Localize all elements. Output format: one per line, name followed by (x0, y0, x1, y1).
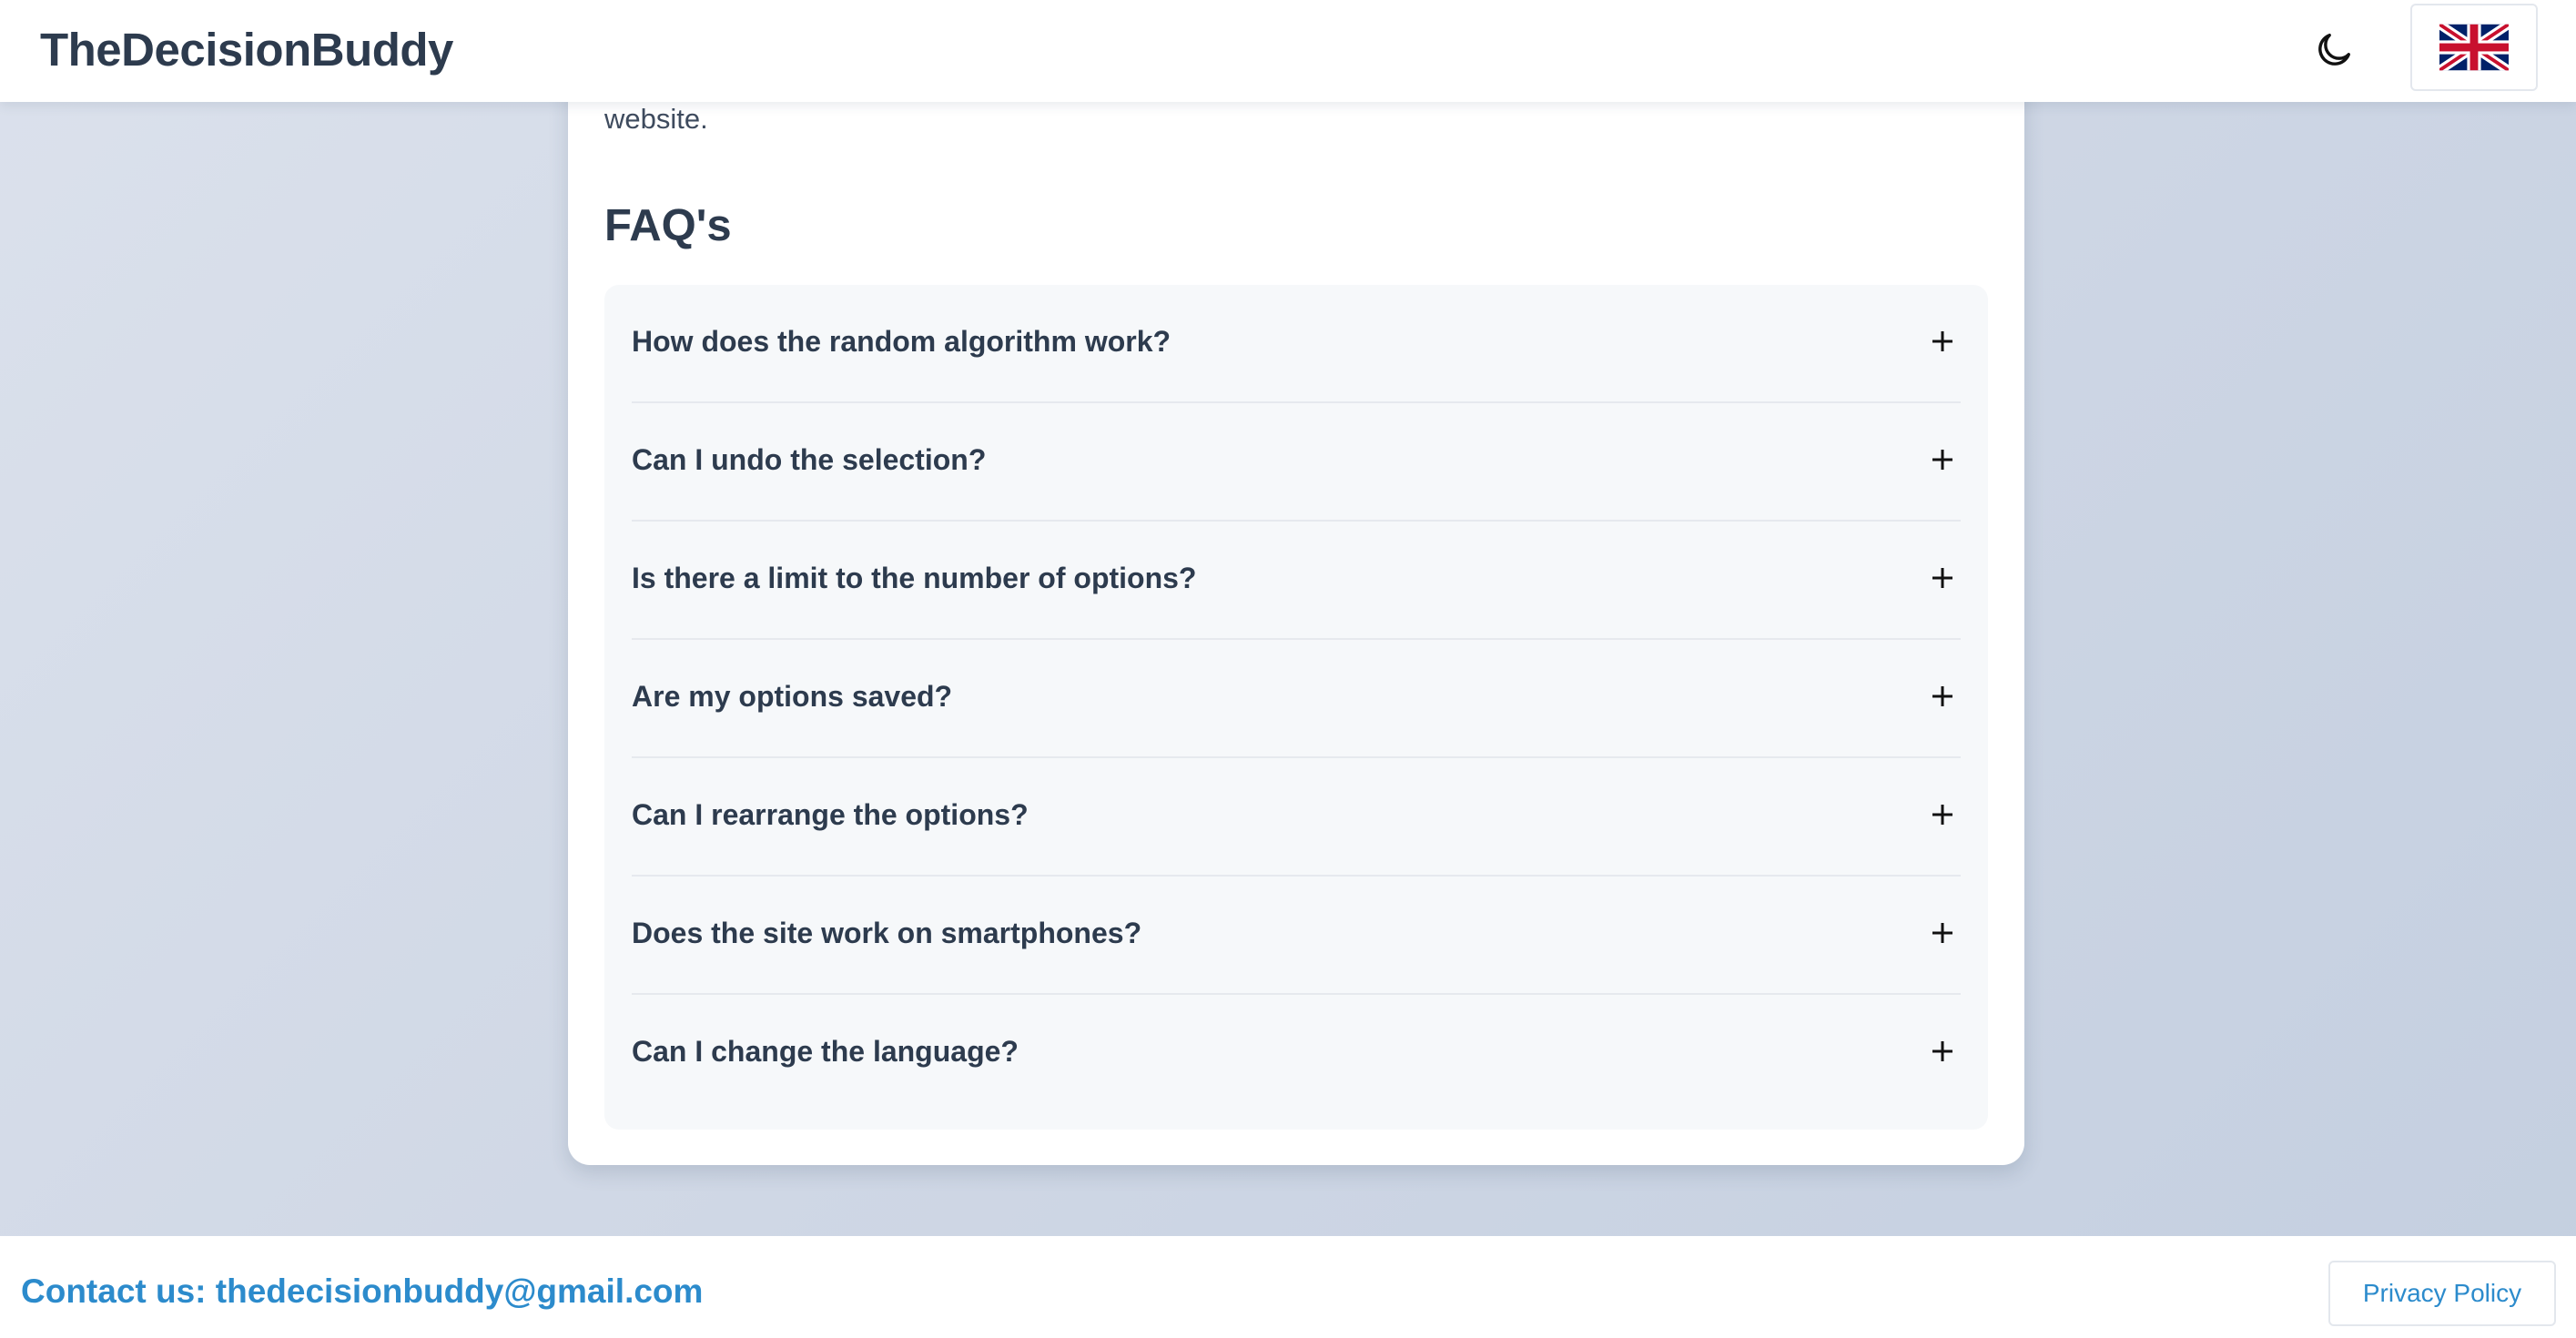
plus-icon[interactable] (1924, 323, 1961, 360)
faq-item[interactable]: Can I rearrange the options? (632, 758, 1961, 877)
faq-question: How does the random algorithm work? (632, 325, 1171, 358)
plus-icon[interactable] (1924, 441, 1961, 478)
top-header: TheDecisionBuddy (0, 0, 2576, 102)
plus-icon[interactable] (1924, 560, 1961, 596)
privacy-policy-button[interactable]: Privacy Policy (2328, 1261, 2556, 1326)
faq-question: Is there a limit to the number of option… (632, 562, 1197, 594)
language-button[interactable] (2410, 4, 2538, 91)
faq-question: Can I rearrange the options? (632, 798, 1029, 831)
plus-icon[interactable] (1924, 796, 1961, 833)
brand-logo[interactable]: TheDecisionBuddy (40, 23, 453, 76)
contact-email-link[interactable]: Contact us: thedecisionbuddy@gmail.com (21, 1272, 703, 1311)
plus-icon[interactable] (1924, 1033, 1961, 1069)
theme-toggle-button[interactable] (2307, 24, 2360, 76)
plus-icon[interactable] (1924, 678, 1961, 715)
faq-item[interactable]: Does the site work on smartphones? (632, 877, 1961, 995)
moon-icon (2318, 33, 2351, 66)
faq-question: Does the site work on smartphones? (632, 917, 1142, 949)
faq-question: Can I change the language? (632, 1035, 1019, 1068)
page-footer: Contact us: thedecisionbuddy@gmail.com P… (0, 1236, 2576, 1338)
faq-question: Are my options saved? (632, 680, 953, 713)
faq-item[interactable]: Can I undo the selection? (632, 403, 1961, 522)
uk-flag-icon (2439, 24, 2509, 71)
intro-text-tail: website. (604, 103, 708, 135)
faq-item[interactable]: Is there a limit to the number of option… (632, 522, 1961, 640)
faq-question: Can I undo the selection? (632, 443, 987, 476)
faq-item[interactable]: Are my options saved? (632, 640, 1961, 758)
faq-item[interactable]: Can I change the language? (632, 995, 1961, 1113)
faq-heading: FAQ's (604, 201, 732, 250)
content-card: website. FAQ's How does the random algor… (568, 55, 2024, 1165)
plus-icon[interactable] (1924, 915, 1961, 951)
faq-accordion: How does the random algorithm work? Can … (604, 285, 1988, 1130)
faq-item[interactable]: How does the random algorithm work? (632, 285, 1961, 403)
